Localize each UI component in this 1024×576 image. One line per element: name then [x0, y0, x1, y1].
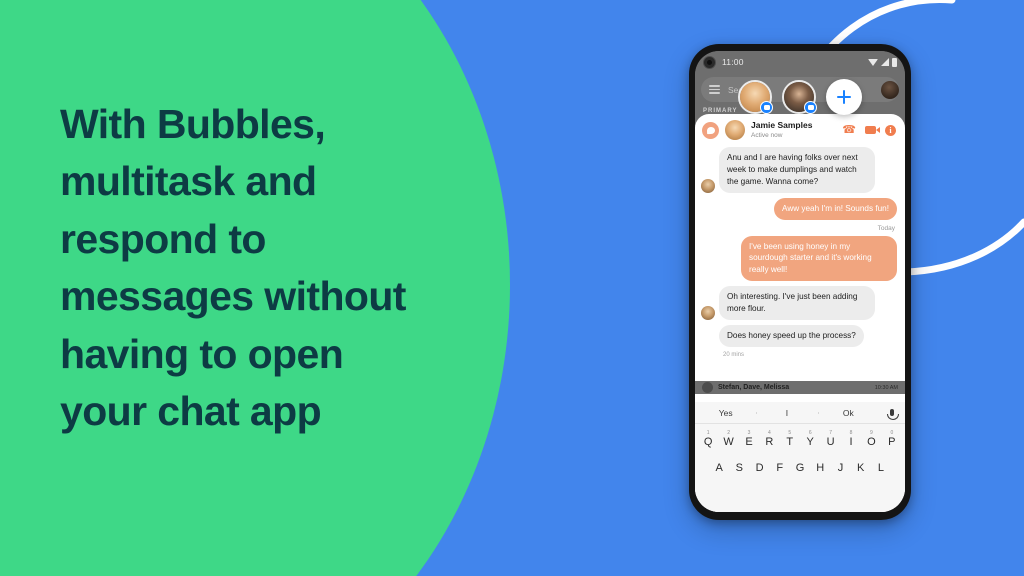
message-row: Oh interesting. I've just been adding mo…	[701, 286, 897, 321]
contact-name: Jamie Samples	[751, 119, 813, 130]
key-number: 0	[890, 430, 894, 436]
key-j[interactable]: J	[830, 456, 850, 482]
info-icon[interactable]: i	[885, 124, 896, 136]
key-number: 3	[747, 430, 751, 436]
contact-status: Active now	[751, 131, 783, 139]
messenger-icon	[702, 121, 719, 139]
wifi-icon	[868, 58, 878, 66]
key-letter: W	[723, 436, 734, 448]
avatar-spacer	[701, 333, 715, 347]
front-camera-icon	[703, 55, 716, 69]
conversation-names: Stefan, Dave, Melissa	[718, 384, 790, 391]
sender-avatar	[701, 178, 715, 193]
promo-slide: With Bubbles, multitask and respond to m…	[0, 0, 1024, 576]
keyboard-rows: 1Q 2W 3E 4R 5T 6Y 7U 8I 9O 0P A S D F G …	[695, 424, 905, 482]
background-conversation-row[interactable]: Stefan, Dave, Melissa 10:30 AM	[695, 381, 905, 394]
key-o[interactable]: 9O	[861, 430, 881, 456]
key-k[interactable]: K	[851, 456, 871, 482]
key-number: 4	[768, 430, 771, 436]
chat-bubble-2[interactable]	[782, 80, 817, 114]
onscreen-keyboard: Yes I Ok 1Q 2W 3E 4R 5T 6Y 7U 8I 9 O 0 P…	[695, 402, 905, 512]
call-icon[interactable]: ☎	[842, 124, 856, 136]
key-i[interactable]: 8I	[841, 430, 861, 456]
chat-bubbles-row	[695, 79, 905, 115]
key-letter: Q	[703, 436, 713, 448]
avatar	[702, 382, 713, 393]
battery-icon	[892, 57, 897, 67]
key-letter: Y	[806, 436, 814, 448]
key-t[interactable]: 5T	[780, 430, 800, 456]
key-letter: R	[765, 436, 774, 448]
key-number: 7	[829, 430, 832, 436]
key-s[interactable]: S	[729, 456, 749, 482]
key-h[interactable]: H	[810, 456, 830, 482]
key-r[interactable]: 4R	[759, 430, 779, 456]
keyboard-row-1: 1Q 2W 3E 4R 5T 6Y 7U 8I 9O 0P	[698, 430, 902, 456]
conversation-actions: ☎ i	[842, 124, 898, 136]
contact-avatar[interactable]	[725, 120, 745, 140]
key-letter: P	[888, 436, 896, 448]
keyboard-row-2: A S D F G H J K L	[698, 456, 902, 482]
microphone-icon[interactable]	[879, 409, 905, 420]
messages-badge	[760, 101, 773, 114]
key-y[interactable]: 6Y	[800, 430, 820, 456]
key-p[interactable]: 0P	[882, 430, 902, 456]
key-letter: E	[745, 436, 753, 448]
key-u[interactable]: 7U	[820, 430, 840, 456]
add-bubble-button[interactable]	[826, 79, 862, 115]
suggestion-chip[interactable]: Ok	[817, 408, 879, 418]
suggestion-strip: Yes I Ok	[695, 402, 905, 424]
message-row: Does honey speed up the process?	[701, 325, 897, 347]
video-icon[interactable]	[865, 126, 880, 134]
key-l[interactable]: L	[871, 456, 891, 482]
status-icons	[868, 57, 897, 67]
key-number: 9	[870, 430, 873, 436]
status-bar: 11:00	[695, 51, 905, 73]
contact-info[interactable]: Jamie Samples Active now	[751, 119, 836, 139]
key-number: 1	[706, 430, 710, 436]
message-bubble[interactable]: Anu and I are having folks over next wee…	[719, 147, 875, 193]
key-number: 5	[788, 430, 792, 436]
sender-avatar	[701, 306, 715, 321]
day-divider: Today	[877, 224, 895, 232]
plus-icon	[837, 89, 851, 105]
signal-icon	[881, 58, 889, 66]
message-bubble[interactable]: Oh interesting. I've just been adding mo…	[719, 286, 875, 321]
conversation-time: 10:30 AM	[874, 384, 898, 391]
page-title: With Bubbles, multitask and respond to m…	[60, 101, 406, 434]
messages-badge	[804, 101, 817, 114]
message-bubble[interactable]: I've been using honey in my sourdough st…	[741, 235, 897, 282]
suggestion-chip[interactable]: I	[756, 408, 817, 418]
key-e[interactable]: 3E	[739, 430, 759, 456]
key-g[interactable]: G	[790, 456, 810, 482]
key-letter: I	[849, 436, 853, 448]
conversation-header: Jamie Samples Active now ☎ i	[695, 114, 905, 145]
message-timestamp: 20 mins	[723, 351, 745, 358]
key-number: 6	[808, 430, 812, 436]
key-number: 8	[849, 430, 853, 436]
key-f[interactable]: F	[770, 456, 790, 482]
key-letter: T	[786, 436, 794, 448]
message-row: Anu and I are having folks over next wee…	[701, 147, 897, 193]
key-q[interactable]: 1Q	[698, 430, 718, 456]
message-bubble[interactable]: Aww yeah I'm in! Sounds fun!	[774, 197, 897, 220]
key-letter: O	[867, 436, 876, 448]
key-letter: U	[826, 436, 835, 448]
message-row: Aww yeah I'm in! Sounds fun!	[701, 197, 897, 220]
key-number: 2	[727, 430, 730, 436]
key-a[interactable]: A	[709, 456, 729, 482]
key-d[interactable]: D	[749, 456, 769, 482]
chat-bubble-1[interactable]	[738, 80, 773, 114]
suggestion-chip[interactable]: Yes	[695, 408, 756, 418]
key-w[interactable]: 2W	[718, 430, 738, 456]
phone-mockup: 11:00 Search PRIMARY	[689, 44, 911, 520]
message-bubble[interactable]: Does honey speed up the process?	[719, 325, 864, 347]
message-row: I've been using honey in my sourdough st…	[701, 235, 897, 282]
status-time: 11:00	[722, 57, 744, 67]
phone-screen: 11:00 Search PRIMARY	[695, 51, 905, 512]
